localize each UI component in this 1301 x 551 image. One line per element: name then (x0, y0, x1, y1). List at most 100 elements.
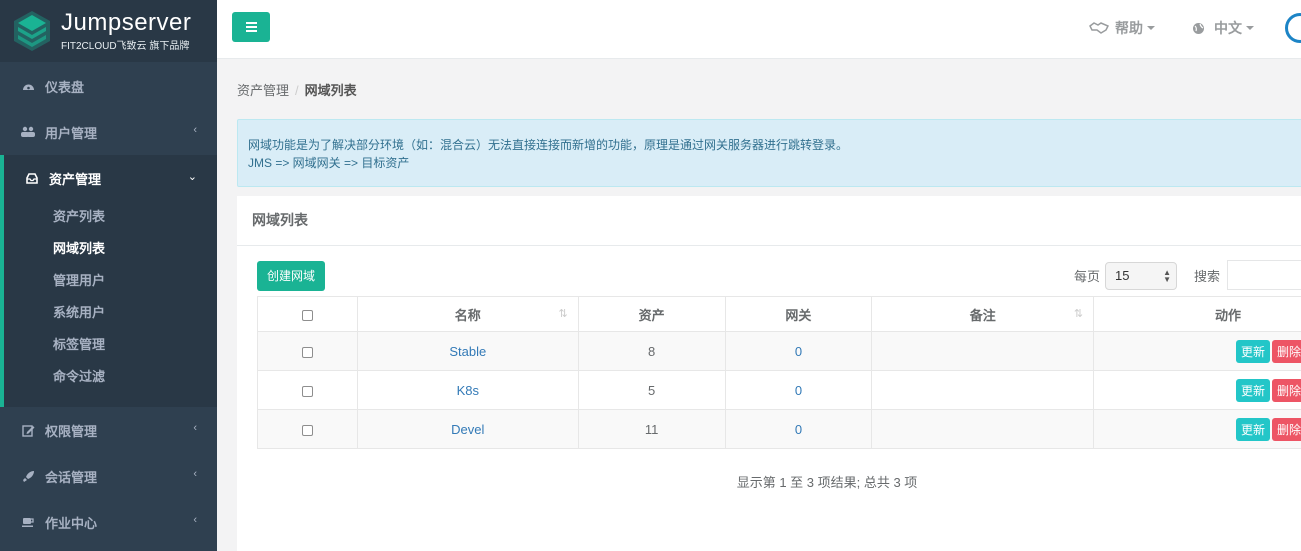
globe-icon (1193, 22, 1204, 34)
select-arrows-icon: ▲ ▼ (1163, 268, 1171, 284)
delete-button[interactable]: 删除 (1271, 417, 1301, 441)
alert-line-2: JMS => 网域网关 => 目标资产 (248, 156, 410, 170)
assets-count-cell: 11 (577, 409, 726, 449)
table-row: Devel 11 0 更新 删除 (257, 409, 1301, 449)
breadcrumb-parent[interactable]: 资产管理 (237, 83, 289, 98)
chevron-left-icon: ‹ (193, 514, 197, 526)
chevron-down-icon: ⌄ (187, 171, 197, 183)
sidebar-subitem-admin-users[interactable]: 管理用户 (4, 265, 217, 297)
column-header-comment[interactable]: 备注 ⇅ (871, 296, 1095, 332)
update-button[interactable]: 更新 (1235, 378, 1270, 402)
sidebar-item-dashboard[interactable]: 仪表盘 (0, 63, 217, 109)
assets-count-cell: 8 (577, 331, 726, 371)
gateways-cell: 0 (724, 409, 873, 449)
row-select-cell (257, 370, 358, 410)
sidebar-item-label: 作业中心 (45, 515, 98, 531)
language-label: 中文 (1214, 20, 1242, 36)
inbox-icon (25, 171, 39, 185)
column-header-actions: 动作 (1093, 296, 1301, 332)
select-all-checkbox[interactable] (301, 309, 313, 321)
chevron-left-icon: ‹ (193, 124, 197, 136)
column-header-label: 动作 (1214, 307, 1241, 323)
row-checkbox[interactable] (301, 346, 313, 358)
help-label: 帮助 (1115, 20, 1143, 36)
create-domain-button[interactable]: 创建网域 (257, 261, 326, 291)
column-header-assets: 资产 (577, 296, 726, 332)
sort-icon: ⇅ (558, 308, 568, 320)
search-input[interactable] (1227, 260, 1301, 290)
domain-name-link[interactable]: K8s (457, 383, 479, 398)
users-icon (21, 125, 35, 139)
sidebar-subitem-labels[interactable]: 标签管理 (4, 329, 217, 361)
sidebar-item-users[interactable]: 用户管理 ‹ (0, 109, 217, 155)
domain-name-cell: Devel (356, 409, 579, 449)
sidebar-group-assets: 资产管理 ⌄ 资产列表 网域列表 管理用户 系统用户 标签管理 命令过滤 (0, 155, 217, 407)
update-button[interactable]: 更新 (1235, 417, 1270, 441)
sidebar: Jumpserver FIT2CLOUD飞致云 旗下品牌 仪表盘 用户管理 ‹ … (0, 0, 217, 551)
comment-cell (871, 370, 1095, 410)
user-avatar[interactable] (1285, 13, 1301, 43)
brand-title: Jumpserver (61, 9, 192, 36)
table-header-row: 名称 ⇅ 资产 网关 备注 ⇅ 动作 (257, 296, 1301, 332)
gateways-cell: 0 (724, 331, 873, 371)
help-dropdown[interactable]: 帮助 (1089, 18, 1155, 38)
per-page-select[interactable]: 15 ▲ ▼ (1105, 262, 1177, 290)
domain-list-panel: 网域列表 创建网域 每页 15 ▲ ▼ 搜索 名称 ⇅ 资产 网关 备注 ⇅ 动作 S… (237, 196, 1301, 551)
domain-name-link[interactable]: Devel (451, 422, 484, 437)
row-checkbox[interactable] (301, 385, 313, 397)
search-label: 搜索 (1194, 269, 1221, 284)
column-header-label: 网关 (785, 307, 812, 323)
actions-cell: 更新 删除 (1093, 409, 1301, 449)
row-select-cell (257, 331, 358, 371)
sidebar-item-label: 仪表盘 (45, 79, 85, 95)
actions-cell: 更新 删除 (1093, 370, 1301, 410)
comment-cell (871, 409, 1095, 449)
info-alert: 网域功能是为了解决部分环境（如：混合云）无法直接连接而新增的功能，原理是通过网关… (237, 119, 1301, 187)
domain-table: 名称 ⇅ 资产 网关 备注 ⇅ 动作 Stable 8 0 更新 删除 K8s 5 0 (257, 296, 1301, 449)
row-select-cell (257, 409, 358, 449)
breadcrumb-current: 网域列表 (304, 83, 357, 98)
column-header-label: 备注 (969, 307, 996, 323)
sidebar-item-permissions[interactable]: 权限管理 ‹ (0, 407, 217, 453)
language-dropdown[interactable]: 中文 (1192, 18, 1254, 38)
sidebar-item-sessions[interactable]: 会话管理 ‹ (0, 453, 217, 499)
sidebar-subitem-system-users[interactable]: 系统用户 (4, 297, 217, 329)
column-header-gateways: 网关 (724, 296, 873, 332)
domain-name-link[interactable]: Stable (449, 344, 486, 359)
delete-button[interactable]: 删除 (1271, 378, 1301, 402)
brand-logo[interactable]: Jumpserver FIT2CLOUD飞致云 旗下品牌 (0, 0, 217, 62)
pagination-info: 显示第 1 至 3 项结果; 总共 3 项 (736, 475, 918, 490)
update-button[interactable]: 更新 (1235, 339, 1270, 363)
sidebar-item-jobs[interactable]: 作业中心 ‹ (0, 499, 217, 545)
sidebar-subitem-asset-list[interactable]: 资产列表 (4, 201, 217, 233)
table-row: Stable 8 0 更新 删除 (257, 331, 1301, 371)
assets-count-cell: 5 (577, 370, 726, 410)
comment-cell (871, 331, 1095, 371)
gateways-link[interactable]: 0 (795, 422, 802, 437)
handshake-icon (1089, 22, 1109, 34)
menu-toggle-button[interactable] (232, 12, 270, 42)
delete-button[interactable]: 删除 (1271, 339, 1301, 363)
sidebar-subitem-command-filter[interactable]: 命令过滤 (4, 361, 217, 393)
chevron-left-icon: ‹ (193, 422, 197, 434)
sidebar-subitem-domain-list[interactable]: 网域列表 (4, 233, 217, 265)
row-checkbox[interactable] (301, 424, 313, 436)
gateways-link[interactable]: 0 (795, 383, 802, 398)
column-header-label: 名称 (454, 307, 481, 323)
caret-down-icon (1147, 26, 1155, 30)
per-page-value: 15 (1115, 268, 1130, 283)
panel-title: 网域列表 (237, 196, 1301, 246)
sort-icon: ⇅ (1073, 308, 1084, 320)
sidebar-item-assets[interactable]: 资产管理 ⌄ (4, 155, 217, 201)
domain-name-cell: K8s (356, 370, 579, 410)
gateways-link[interactable]: 0 (795, 344, 802, 359)
coffee-icon (21, 515, 35, 529)
gateways-cell: 0 (724, 370, 873, 410)
jumpserver-logo-icon (14, 11, 50, 51)
chevron-left-icon: ‹ (193, 468, 197, 480)
bars-icon-line (245, 30, 257, 32)
breadcrumb: 资产管理 / 网域列表 (237, 80, 357, 99)
caret-down-icon (1246, 26, 1254, 30)
column-header-label: 资产 (638, 307, 665, 323)
column-header-name[interactable]: 名称 ⇅ (356, 296, 579, 332)
